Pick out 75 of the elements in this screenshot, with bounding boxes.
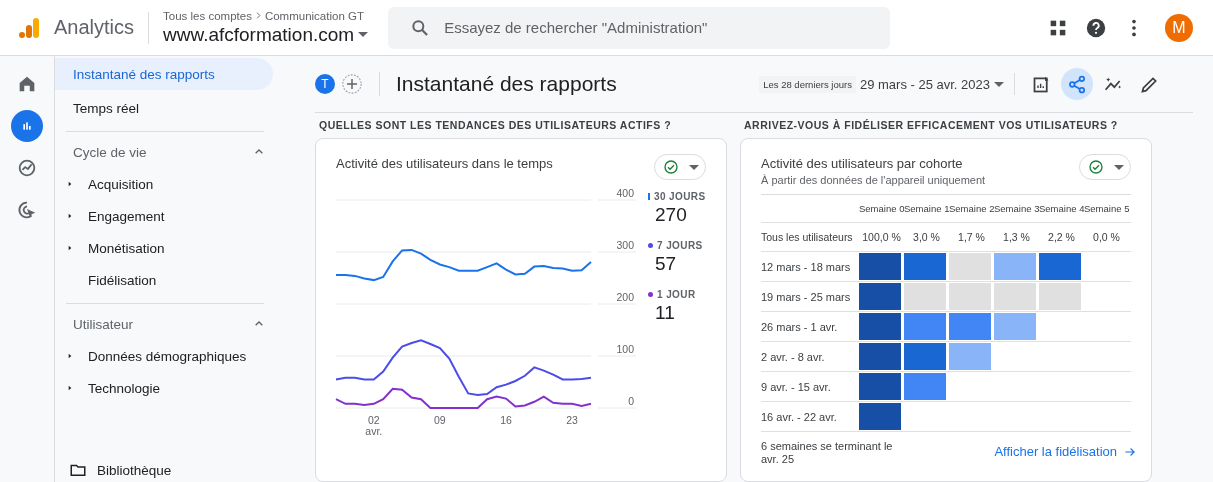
- row-label: Tous les utilisateurs: [761, 231, 854, 243]
- table-cell-text: 0,0 %: [1092, 231, 1121, 243]
- axis-tick-label: 02 avr.: [365, 414, 383, 437]
- column-header: Semaine 1: [904, 203, 949, 214]
- breadcrumb-link[interactable]: Tous les comptes: [163, 9, 252, 22]
- legend-label: 7 JOURS: [657, 240, 703, 251]
- axis-tick-label: 400: [616, 187, 634, 199]
- axis-tick-label: 0: [628, 395, 634, 407]
- analytics-logo-icon: [18, 15, 42, 40]
- metric-value: 11: [655, 302, 676, 324]
- property-selector[interactable]: www.afcformation.com: [163, 23, 369, 46]
- view-retention-link[interactable]: Afficher la fidélisation: [994, 444, 1137, 459]
- axis-tick-label: 09: [434, 414, 446, 426]
- legend-label: 1 JOUR: [657, 289, 696, 300]
- row-label: 12 mars - 18 mars: [761, 260, 852, 273]
- table-cell-text: 100,0 %: [861, 231, 902, 243]
- nav-item[interactable]: Monétisation: [88, 240, 165, 256]
- metric-value: 57: [655, 253, 678, 275]
- check-circle-icon: [1088, 159, 1104, 175]
- share-button[interactable]: [1061, 68, 1093, 100]
- card-title: Activité des utilisateurs par cohorte: [761, 156, 964, 171]
- caret-icon: [1114, 164, 1124, 170]
- user-avatar[interactable]: T: [315, 74, 335, 94]
- row-label: 9 avr. - 15 avr.: [761, 380, 832, 393]
- axis-tick-label: 300: [616, 239, 634, 251]
- row-label: 2 avr. - 8 avr.: [761, 350, 826, 363]
- section-heading: QUELLES SONT LES TENDANCES DES UTILISATEURS ACTIFS ?: [318, 118, 673, 133]
- metric-value: 270: [655, 204, 688, 226]
- page-title: Instantané des rapports: [396, 72, 617, 96]
- caret-icon: [994, 81, 1004, 87]
- row-label: 26 mars - 1 avr.: [761, 320, 839, 333]
- card-title: Activité des utilisateurs dans le temps: [336, 156, 553, 171]
- table-cell-text: 2,2 %: [1047, 231, 1076, 243]
- section-title: Cycle de vie: [73, 144, 147, 160]
- legend-label: 30 JOURS: [654, 191, 706, 202]
- nav-item[interactable]: Technologie: [88, 380, 161, 396]
- axis-tick-label: 23: [566, 414, 578, 426]
- axis-tick-label: 100: [616, 343, 634, 355]
- column-header: Semaine 0: [859, 203, 904, 214]
- trend-icon: [16, 157, 38, 179]
- nav-item[interactable]: Temps réel: [55, 92, 273, 124]
- caret-icon: [689, 164, 699, 170]
- help-icon[interactable]: [1085, 16, 1107, 39]
- row-label: 19 mars - 25 mars: [761, 290, 852, 303]
- add-circle-icon[interactable]: [341, 73, 363, 95]
- nav-item[interactable]: Bibliothèque: [97, 462, 172, 478]
- axis-tick-label: 200: [616, 291, 634, 303]
- nav-item[interactable]: Données démographiques: [88, 348, 247, 364]
- nav-item[interactable]: Acquisition: [88, 176, 154, 192]
- column-header: Semaine 3: [994, 203, 1039, 214]
- card-subtitle: À partir des données de l'appareil uniquement: [761, 174, 986, 186]
- nav-item[interactable]: Instantané des rapports: [55, 58, 273, 90]
- table-cell-text: 1,3 %: [1002, 231, 1031, 243]
- section-title: Utilisateur: [73, 316, 134, 332]
- column-header: Semaine 5: [1084, 203, 1129, 214]
- nav-item[interactable]: Engagement: [88, 208, 165, 224]
- axis-tick-label: 16: [500, 414, 512, 426]
- row-label: 16 avr. - 22 avr.: [761, 410, 838, 423]
- share-icon: [1066, 73, 1088, 95]
- table-cell-text: 3,0 %: [912, 231, 941, 243]
- nav-item[interactable]: Fidélisation: [88, 272, 157, 288]
- date-range-selector[interactable]: 29 mars - 25 avr. 2023: [859, 76, 1004, 92]
- product-name: Analytics: [54, 16, 135, 39]
- section-heading: ARRIVEZ-VOUS À FIDÉLISER EFFICACEMENT VOS UTILISATEURS ?: [743, 118, 1119, 133]
- column-header: Semaine 4: [1039, 203, 1084, 214]
- cursor-target-icon: [16, 199, 38, 221]
- check-circle-icon: [663, 159, 679, 175]
- footnote: 6 semaines se terminant le avr. 25: [761, 440, 894, 467]
- caret-icon: [358, 32, 369, 37]
- breadcrumb-link[interactable]: Communication GT: [264, 9, 364, 22]
- column-header: Semaine 2: [949, 203, 994, 214]
- search-icon: [410, 17, 431, 38]
- bar-chart-nav-button[interactable]: [11, 110, 43, 142]
- table-cell-text: 1,7 %: [957, 231, 986, 243]
- date-range-label: Les 28 derniers jours: [759, 75, 856, 93]
